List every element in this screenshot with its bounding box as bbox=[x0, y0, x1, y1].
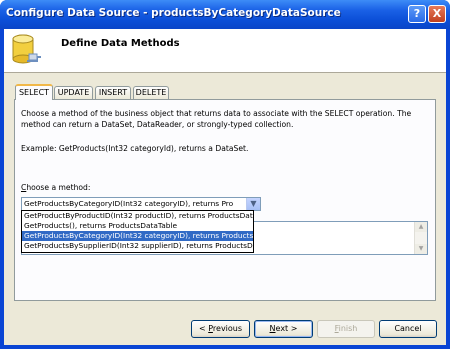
choose-method-label: Choose a method: bbox=[21, 183, 90, 192]
next-label-rest: ext > bbox=[275, 324, 298, 333]
method-option[interactable]: GetProducts(), returns ProductsDataTable bbox=[22, 221, 253, 231]
method-select[interactable]: GetProductsByCategoryID(Int32 categoryID… bbox=[21, 197, 261, 211]
finish-button[interactable]: Finish bbox=[317, 320, 375, 338]
chevron-down-icon[interactable]: ▼ bbox=[246, 198, 260, 210]
scroll-down-icon[interactable]: ▼ bbox=[415, 244, 427, 254]
tab-delete[interactable]: DELETE bbox=[133, 86, 169, 99]
wizard-header: Define Data Methods bbox=[4, 29, 446, 73]
window-title: Configure Data Source - productsByCatego… bbox=[6, 7, 341, 19]
method-option[interactable]: GetProductsBySupplierID(Int32 supplierID… bbox=[22, 241, 253, 251]
close-button[interactable]: X bbox=[428, 5, 446, 23]
page-title: Define Data Methods bbox=[61, 38, 180, 49]
cancel-button[interactable]: Cancel bbox=[379, 320, 437, 338]
method-dropdown-list[interactable]: GetProductByProductID(Int32 productID), … bbox=[21, 210, 254, 253]
previous-prefix: < bbox=[198, 324, 209, 333]
tab-update[interactable]: UPDATE bbox=[54, 86, 93, 99]
tab-insert[interactable]: INSERT bbox=[95, 86, 131, 99]
finish-label-rest: inish bbox=[338, 324, 358, 333]
method-description: Choose a method of the business object t… bbox=[21, 109, 412, 129]
dialog-client-area: Define Data Methods SELECT UPDATE INSERT… bbox=[4, 29, 446, 345]
tab-select[interactable]: SELECT bbox=[15, 84, 53, 100]
select-tab-panel: Choose a method of the business object t… bbox=[14, 99, 436, 301]
dialog-window: Configure Data Source - productsByCatego… bbox=[0, 0, 450, 349]
method-option-highlighted[interactable]: GetProductsByCategoryID(Int32 categoryID… bbox=[22, 231, 253, 241]
method-option[interactable]: GetProductByProductID(Int32 productID), … bbox=[22, 211, 253, 221]
database-icon bbox=[12, 34, 41, 64]
next-button[interactable]: Next > bbox=[254, 320, 313, 338]
choose-method-label-text: hoose a method: bbox=[26, 183, 91, 192]
title-bar[interactable]: Configure Data Source - productsByCatego… bbox=[0, 0, 450, 29]
previous-label-rest: revious bbox=[212, 324, 243, 333]
scroll-up-icon[interactable]: ▲ bbox=[415, 222, 427, 232]
method-select-value: GetProductsByCategoryID(Int32 categoryID… bbox=[24, 199, 234, 208]
help-button[interactable]: ? bbox=[408, 5, 426, 23]
signature-scrollbar[interactable]: ▲ ▼ bbox=[414, 222, 427, 254]
previous-button[interactable]: < Previous bbox=[191, 320, 250, 338]
method-example: Example: GetProducts(Int32 categoryId), … bbox=[21, 144, 249, 153]
